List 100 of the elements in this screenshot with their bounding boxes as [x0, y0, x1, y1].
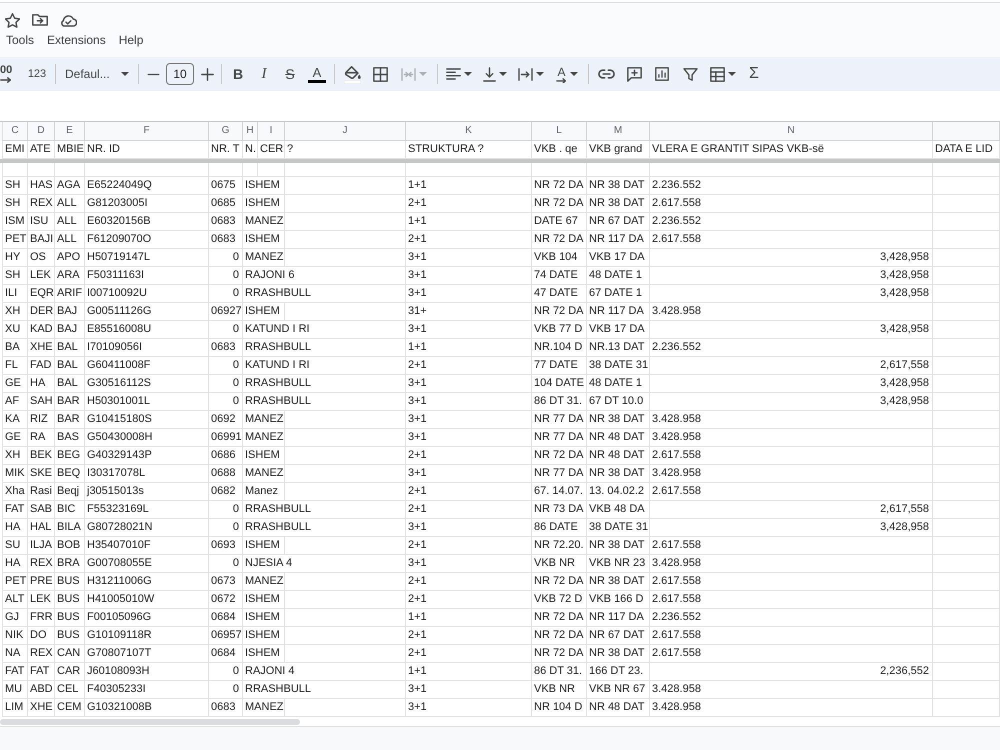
table-cell: MANEZ [243, 573, 285, 591]
table-cell: RA [28, 429, 55, 447]
folder-icon[interactable] [32, 14, 48, 26]
table-cell: 1+1 [406, 177, 532, 195]
table-cell: 2+1 [406, 645, 532, 663]
table-cell: ISHEM [243, 177, 285, 195]
table-cell: NR 38 DAT [587, 645, 650, 663]
column-header[interactable]: G [209, 122, 243, 141]
table-cell: SAH [28, 393, 55, 411]
table-cell: VKB 17 DA [587, 321, 650, 339]
arrow-icon [556, 78, 567, 82]
star-icon[interactable] [5, 12, 20, 28]
strikethrough-button[interactable]: S [279, 60, 301, 88]
table-cell: 3,428,958 [650, 321, 933, 339]
column-header[interactable]: I [258, 122, 285, 141]
menu-item[interactable]: Help [114, 31, 148, 49]
table-cell: 0 [209, 555, 243, 573]
text-color-button[interactable]: A [305, 60, 329, 88]
column-header[interactable]: M [587, 122, 650, 141]
table-cell: ISHEM [243, 537, 285, 555]
table-cell: NR 73 DA [532, 501, 587, 519]
caret-icon [464, 72, 472, 76]
empty-cell [933, 429, 1000, 447]
table-cell: 2.617.558 [650, 645, 933, 663]
column-header[interactable]: L [532, 122, 587, 141]
cloud-icon[interactable] [60, 14, 77, 26]
empty-cell [933, 609, 1000, 627]
empty-cell [258, 163, 285, 177]
decimal-button[interactable]: 00 [0, 60, 20, 88]
empty-cell [933, 519, 1000, 537]
table-cell: BILA [55, 519, 85, 537]
table-cell: 2.617.558 [650, 483, 933, 501]
table-cell: 1+1 [406, 339, 532, 357]
table-cell: 0692 [209, 411, 243, 429]
table-cell: Xha [2, 483, 28, 501]
table-cell: 3.428.958 [650, 429, 933, 447]
table-cell: 0683 [209, 339, 243, 357]
table-cell: 3.428.958 [650, 465, 933, 483]
table-cell: ISHEM [243, 645, 285, 663]
column-header[interactable]: E [55, 122, 85, 141]
table-cell: 2+1 [406, 357, 532, 375]
functions-button[interactable]: Σ [744, 60, 764, 88]
table-cell: 2,617,558 [650, 357, 933, 375]
empty-cell [933, 177, 1000, 195]
menu-item[interactable]: Tools [2, 31, 38, 49]
table-cell: Manez [243, 483, 285, 501]
font-dropdown[interactable]: Defaul... [61, 60, 133, 88]
table-cell: DER [28, 303, 55, 321]
table-cell: NR 72 DA [532, 645, 587, 663]
table-cell: 3+1 [406, 519, 532, 537]
table-cell: RRASHBULL [243, 681, 406, 699]
table-cell: F55323169L [85, 501, 209, 519]
table-cell: 2+1 [406, 195, 532, 213]
table-cell: SH [2, 177, 28, 195]
table-cell: H31211006G [85, 573, 209, 591]
table-cell: 86 DT 31. [532, 663, 587, 681]
scrollbar-thumb[interactable] [0, 718, 300, 724]
column-header[interactable]: H [243, 122, 258, 141]
table-cell: ARIF [55, 285, 85, 303]
menu-item[interactable]: Extensions [43, 31, 110, 49]
table-cell: CEL [55, 681, 85, 699]
table-cell: 2.617.558 [650, 537, 933, 555]
table-cell: G10109118R [85, 627, 209, 645]
table-cell: HA [2, 555, 28, 573]
column-header[interactable]: J [285, 122, 406, 141]
column-header[interactable]: D [28, 122, 55, 141]
table-cell: BAJI [28, 231, 55, 249]
bold-button[interactable]: B [227, 60, 249, 88]
empty-cell [933, 249, 1000, 267]
table-cell: 3,428,958 [650, 249, 933, 267]
table-cell: RRASHBULL [243, 285, 406, 303]
table-cell: 2.617.558 [650, 195, 933, 213]
column-header[interactable]: N [650, 122, 933, 141]
empty-cell [532, 163, 587, 177]
table-cell: FAT [2, 663, 28, 681]
font-size-field[interactable]: 10 [166, 63, 194, 85]
caret-icon [121, 72, 129, 76]
table-cell: 3+1 [406, 465, 532, 483]
table-cell: 2+1 [406, 573, 532, 591]
column-header[interactable]: K [406, 122, 532, 141]
table-cell: BEK [28, 447, 55, 465]
empty-cell [933, 645, 1000, 663]
table-cell: NR 117 DA [587, 303, 650, 321]
table-cell: 0 [209, 663, 243, 681]
table-cell: EQR [28, 285, 55, 303]
table-cell: NR 67 DAT [587, 627, 650, 645]
table-cell: 0685 [209, 195, 243, 213]
table-cell: HAS [28, 177, 55, 195]
number-format-button[interactable]: 123 [24, 60, 50, 88]
rotate-button[interactable]: A [551, 60, 583, 88]
empty-cell [933, 411, 1000, 429]
column-header[interactable]: C [2, 122, 28, 141]
table-cell: 13. 04.02.2 [587, 483, 650, 501]
table-cell: NR 38 DAT [587, 195, 650, 213]
table-cell: 0682 [209, 483, 243, 501]
column-header[interactable]: F [85, 122, 209, 141]
table-cell: 48 DATE 1 [587, 267, 650, 285]
italic-button[interactable]: I [253, 60, 275, 88]
table-cell: E85516008U [85, 321, 209, 339]
table-cell: AGA [55, 177, 85, 195]
